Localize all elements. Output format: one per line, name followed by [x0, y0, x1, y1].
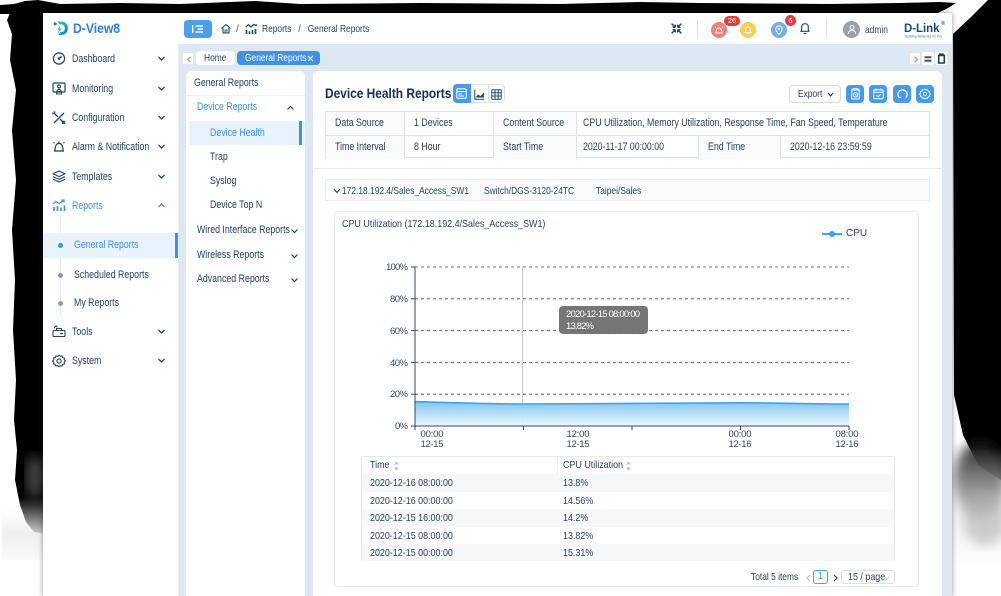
svg-text:12-16: 12-16	[729, 439, 752, 450]
svg-text:100%: 100%	[386, 262, 409, 273]
svg-text:0%: 0%	[395, 421, 409, 432]
svg-text:2020-12-15 08:00:00: 2020-12-15 08:00:00	[566, 309, 640, 320]
svg-text:80%: 80%	[390, 294, 409, 305]
svg-text:60%: 60%	[390, 326, 409, 337]
svg-text:20%: 20%	[390, 389, 409, 400]
svg-text:12-15: 12-15	[567, 439, 590, 450]
svg-text:12-16: 12-16	[836, 439, 859, 450]
svg-text:40%: 40%	[390, 358, 409, 369]
svg-text:12-15: 12-15	[421, 439, 444, 450]
svg-text:13.82%: 13.82%	[566, 321, 595, 332]
